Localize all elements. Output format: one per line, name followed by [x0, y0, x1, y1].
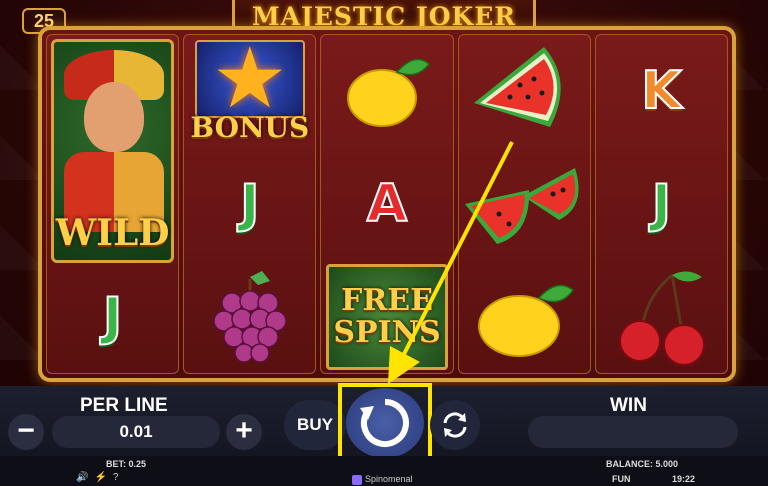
free-spins-symbol: FREE SPINS — [326, 263, 448, 370]
reel-5-middle: J — [596, 148, 727, 261]
reel-1-bottom: J — [47, 260, 178, 373]
buy-feature-button[interactable]: BUY — [284, 400, 346, 450]
win-value — [528, 416, 738, 448]
mode-display: FUN — [612, 474, 631, 484]
increase-bet-button[interactable]: + — [226, 414, 262, 450]
provider-brand: Spinomenal — [352, 474, 413, 485]
sound-icon[interactable]: 🔊 — [76, 472, 88, 483]
turbo-icon[interactable]: ⚡ — [94, 472, 106, 483]
symbol-j: J — [102, 286, 123, 348]
bonus-symbol: ★ BONUS — [189, 36, 311, 146]
reel-1: J WILD — [46, 34, 180, 374]
provider-name: Spinomenal — [365, 474, 413, 484]
grapes-icon — [213, 270, 287, 363]
clock-display: 19:22 — [672, 474, 696, 484]
watermelon-slices-icon — [465, 168, 579, 244]
reel-2-middle: J — [184, 148, 315, 261]
reel-2: ★ BONUS J — [183, 34, 317, 374]
symbol-j: J — [239, 173, 260, 235]
bet-display: BET: 0.25 — [106, 459, 147, 469]
reel-3: A FREE SPINS — [320, 34, 454, 374]
reel-5-top: K — [596, 35, 727, 148]
reel-3-bottom: FREE SPINS — [321, 260, 452, 373]
symbol-a: A — [366, 173, 408, 235]
lemon-icon — [478, 284, 575, 357]
balance-display: BALANCE: 5.000 — [606, 459, 679, 469]
per-line-label: PER LINE — [80, 395, 168, 416]
free-spins-label-1: FREE — [341, 282, 433, 318]
settings-icons: 🔊 ⚡ ? — [76, 472, 118, 483]
decrease-bet-button[interactable]: − — [8, 414, 44, 450]
bonus-label: BONUS — [190, 111, 310, 145]
reel-4-middle — [459, 148, 590, 261]
reel-5-bottom — [596, 260, 727, 373]
reel-4-top — [459, 35, 590, 148]
wild-label: WILD — [55, 212, 170, 254]
reel-3-top — [321, 35, 452, 148]
autoplay-icon — [443, 412, 467, 438]
win-label: WIN — [610, 395, 647, 416]
reel-2-top: ★ BONUS — [184, 35, 315, 148]
wild-symbol: WILD — [51, 39, 175, 263]
reel-2-bottom — [184, 260, 315, 373]
cherries-icon — [619, 271, 706, 366]
reel-5: K J — [594, 34, 729, 374]
autoplay-button[interactable] — [430, 400, 480, 450]
spinomenal-logo-icon — [352, 474, 362, 485]
spin-button-highlight — [338, 383, 432, 463]
jester-face-icon — [84, 82, 144, 152]
lemon-icon — [347, 59, 431, 128]
free-spins-label-2: SPINS — [333, 314, 441, 350]
per-line-value: 0.01 — [52, 416, 220, 448]
star-icon: ★ — [212, 31, 288, 126]
symbol-j: J — [651, 173, 672, 235]
symbol-k: K — [640, 60, 682, 122]
reel-3-middle: A — [321, 148, 452, 261]
help-icon[interactable]: ? — [113, 472, 119, 483]
reels-grid: J WILD ★ BONUS J A FREE SPINS K J — [38, 26, 736, 382]
reel-4 — [457, 34, 591, 374]
watermelon-icon — [474, 47, 561, 128]
reel-4-bottom — [459, 260, 590, 373]
